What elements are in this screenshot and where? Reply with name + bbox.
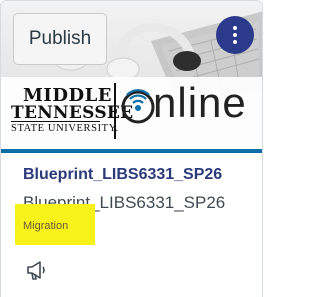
logo-underline: [11, 121, 100, 122]
menu-dot: [233, 26, 237, 30]
course-title-link[interactable]: Blueprint_LIBS6331_SP26: [23, 166, 222, 184]
online-signal-icon: [121, 89, 155, 124]
university-logo: MIDDLE TENNESSEE STATE UNIVERSITY. nline: [1, 77, 262, 149]
course-card-hero[interactable]: Publish MIDDLE TENNESSEE STATE UNIVERSIT…: [1, 1, 262, 149]
megaphone-icon[interactable]: [25, 258, 49, 282]
course-term: Migration: [23, 220, 69, 232]
logo-line-state-university: STATE UNIVERSITY.: [11, 123, 119, 134]
logo-divider: [114, 83, 116, 139]
course-card[interactable]: Publish MIDDLE TENNESSEE STATE UNIVERSIT…: [0, 0, 263, 297]
logo-online-text: nline: [153, 79, 247, 126]
menu-dot: [233, 40, 237, 44]
course-color-bar: [1, 149, 262, 153]
menu-dot: [233, 33, 237, 37]
kebab-menu-icon[interactable]: [216, 16, 254, 54]
publish-button[interactable]: Publish: [13, 13, 107, 65]
